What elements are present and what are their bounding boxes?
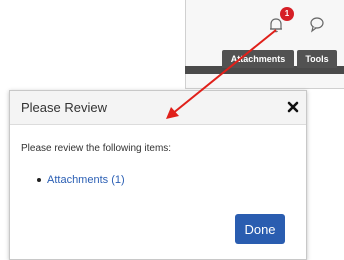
dialog-header: Please Review [10, 91, 306, 125]
chat-bubble-icon[interactable] [308, 15, 326, 33]
app-window [185, 0, 344, 89]
review-dialog: Please Review Please review the followin… [9, 90, 307, 260]
tab-tools[interactable]: Tools [297, 50, 337, 68]
list-item: Attachments (1) [37, 174, 125, 186]
dialog-message: Please review the following items: [21, 143, 172, 154]
notification-badge: 1 [280, 7, 294, 21]
review-list: Attachments (1) [37, 174, 125, 186]
tab-attachments[interactable]: Attachments [222, 50, 294, 68]
close-icon[interactable] [286, 100, 300, 114]
attachments-link[interactable]: Attachments (1) [47, 174, 125, 186]
done-button[interactable]: Done [235, 214, 285, 244]
bullet-icon [37, 178, 41, 182]
dialog-title: Please Review [21, 100, 107, 115]
